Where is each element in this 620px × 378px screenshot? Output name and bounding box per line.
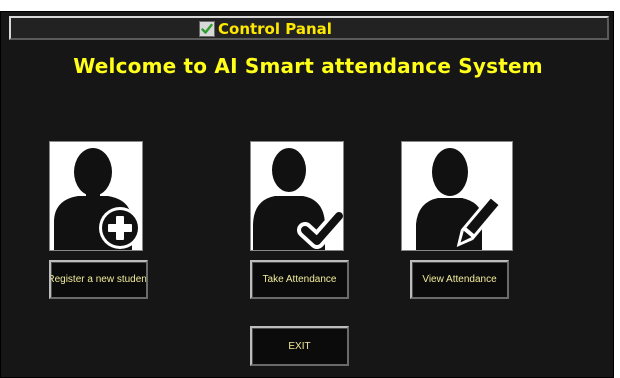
page-heading: Welcome to AI Smart attendance System	[73, 54, 543, 78]
user-edit-icon	[416, 148, 503, 250]
title-group: Control Panal	[199, 19, 332, 39]
title-bar: Control Panal	[9, 16, 609, 40]
exit-button[interactable]: EXIT	[250, 326, 349, 366]
user-check-icon	[253, 148, 343, 250]
view-attendance-button[interactable]: View Attendance	[410, 260, 509, 299]
user-add-icon	[54, 148, 141, 250]
take-attendance-image	[250, 141, 344, 251]
window-title: Control Panal	[218, 20, 332, 38]
checkbox-icon	[199, 21, 215, 37]
register-student-button[interactable]: Register a new student	[49, 260, 148, 299]
register-student-image	[49, 141, 143, 251]
view-attendance-image	[401, 141, 513, 251]
take-attendance-button[interactable]: Take Attendance	[250, 260, 349, 299]
control-panel-window: Control Panal Welcome to AI Smart attend…	[0, 11, 614, 378]
